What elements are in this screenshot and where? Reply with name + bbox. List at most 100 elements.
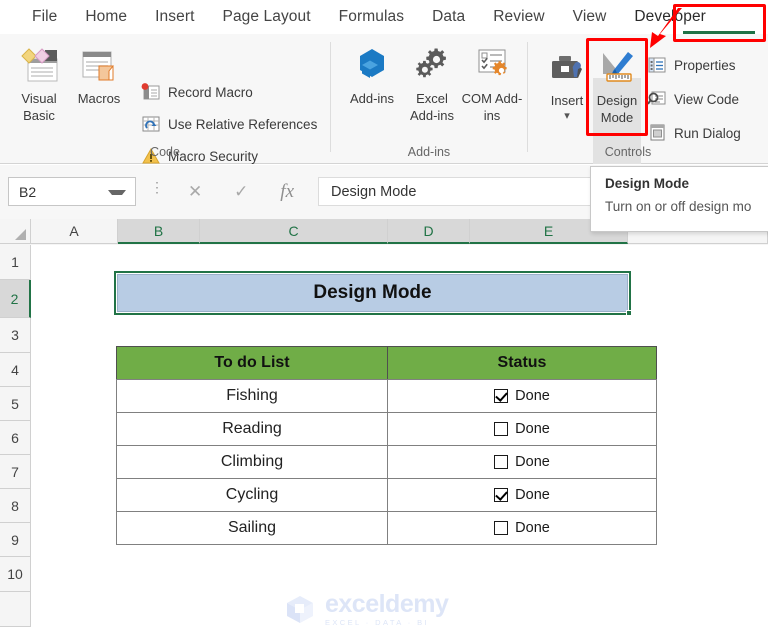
run-dialog-label: Run Dialog [674,125,741,141]
tab-file[interactable]: File [18,0,71,34]
table-row: Cycling Done [116,478,657,512]
fill-handle[interactable] [626,310,632,316]
checkbox-icon-checked[interactable] [494,488,509,502]
watermark-text: exceldemy EXCEL · DATA · BI [325,589,449,627]
tooltip-body: Turn on or off design mo [605,199,752,214]
worksheet: A B C D E 1 2 3 4 5 6 7 8 9 10 Design Mo… [0,219,768,644]
tab-data[interactable]: Data [418,0,479,34]
cancel-icon[interactable]: ✕ [188,182,202,202]
record-macro-icon [140,82,162,102]
macros-label: Macros [77,91,121,106]
ribbon-body: Visual Basic Macros Record Macro Use Rel… [0,34,768,164]
properties-icon [646,55,668,75]
row-header-4[interactable]: 4 [0,353,31,387]
row-header-5[interactable]: 5 [0,387,31,421]
name-box-value: B2 [19,183,37,200]
run-dialog-icon [646,123,668,143]
task-cell[interactable]: Sailing [116,511,388,545]
checkbox-label: Done [515,421,550,437]
table-header-row: To do List Status [116,346,657,380]
task-cell[interactable]: Climbing [116,445,388,479]
row-header-7[interactable]: 7 [0,455,31,489]
checkbox-control[interactable]: Done [494,487,550,503]
table-row: Fishing Done [116,379,657,413]
excel-addins-button[interactable]: Excel Add-ins [401,42,463,124]
com-addins-button[interactable]: COM Add-ins [461,42,523,124]
com-addins-icon [470,42,514,90]
name-box[interactable]: B2 [8,177,136,206]
tab-view[interactable]: View [559,0,621,34]
design-mode-button[interactable]: Design Mode [594,44,640,126]
status-cell[interactable]: Done [387,379,657,413]
row-header-8[interactable]: 8 [0,489,31,523]
insert-controls-button[interactable]: Insert ▾ [536,44,598,123]
row-header-1[interactable]: 1 [0,245,31,280]
com-addins-label: COM Add-ins [461,91,523,123]
checkbox-control[interactable]: Done [494,421,550,437]
exceldemy-watermark: exceldemy EXCEL · DATA · BI [283,589,483,629]
design-mode-icon [595,44,639,92]
column-header-c[interactable]: C [200,219,388,244]
task-cell[interactable]: Fishing [116,379,388,413]
checkbox-control[interactable]: Done [494,388,550,404]
view-code-label: View Code [674,91,740,107]
tab-formulas[interactable]: Formulas [325,0,418,34]
row-header-10[interactable]: 10 [0,557,31,592]
merged-title-cell[interactable]: Design Mode [117,274,628,312]
row-header-6[interactable]: 6 [0,421,31,455]
macros-icon [77,42,121,90]
checkbox-label: Done [515,487,550,503]
insert-function-icon[interactable]: fx [280,181,294,203]
tab-insert[interactable]: Insert [141,0,208,34]
checkbox-control[interactable]: Done [494,454,550,470]
checkbox-label: Done [515,388,550,404]
group-label-code: Code [150,145,180,159]
watermark-tagline: EXCEL · DATA · BI [325,617,430,627]
enter-icon[interactable]: ✓ [234,182,248,202]
checkbox-icon-unchecked[interactable] [494,455,509,469]
row-header-2[interactable]: 2 [0,280,31,318]
checkbox-icon-unchecked[interactable] [494,521,509,535]
chevron-down-icon[interactable]: ▾ [564,109,570,123]
design-mode-tooltip: Design Mode Turn on or off design mo [590,166,768,232]
row-header-3[interactable]: 3 [0,318,31,353]
checkbox-label: Done [515,520,550,536]
addins-icon [350,42,394,90]
macros-button[interactable]: Macros [68,42,130,107]
row-header-9[interactable]: 9 [0,523,31,557]
checkbox-control[interactable]: Done [494,520,550,536]
use-relative-references-button[interactable]: Use Relative References [140,111,317,137]
tab-review[interactable]: Review [479,0,558,34]
properties-button[interactable]: Properties [646,52,736,78]
tab-page-layout[interactable]: Page Layout [209,0,325,34]
checkbox-icon-checked[interactable] [494,389,509,403]
tab-home[interactable]: Home [71,0,141,34]
table-row: Climbing Done [116,445,657,479]
addins-button[interactable]: Add-ins [341,42,403,107]
column-header-a[interactable]: A [31,219,118,244]
row-header-11[interactable] [0,592,31,627]
table-header-status: Status [387,346,657,380]
select-all-corner[interactable] [0,219,31,244]
column-header-b[interactable]: B [118,219,200,244]
ribbon-group-controls: Insert ▾ Design Mode Properties View Cod… [528,34,768,164]
view-code-button[interactable]: View Code [646,86,739,112]
status-cell[interactable]: Done [387,445,657,479]
run-dialog-button[interactable]: Run Dialog [646,120,741,146]
checkbox-icon-unchecked[interactable] [494,422,509,436]
todo-table: To do List Status Fishing Done Reading D… [116,346,657,545]
record-macro-button[interactable]: Record Macro [140,79,253,105]
status-cell[interactable]: Done [387,478,657,512]
status-cell[interactable]: Done [387,412,657,446]
task-cell[interactable]: Cycling [116,478,388,512]
group-label-controls: Controls [604,145,652,159]
relative-references-icon [140,114,162,134]
name-box-dropdown-icon[interactable] [108,190,126,195]
watermark-name: exceldemy [325,589,449,618]
insert-controls-label: Insert [550,93,584,108]
task-cell[interactable]: Reading [116,412,388,446]
status-cell[interactable]: Done [387,511,657,545]
visual-basic-button[interactable]: Visual Basic [8,42,70,124]
column-header-d[interactable]: D [388,219,470,244]
use-relative-references-label: Use Relative References [168,116,318,132]
